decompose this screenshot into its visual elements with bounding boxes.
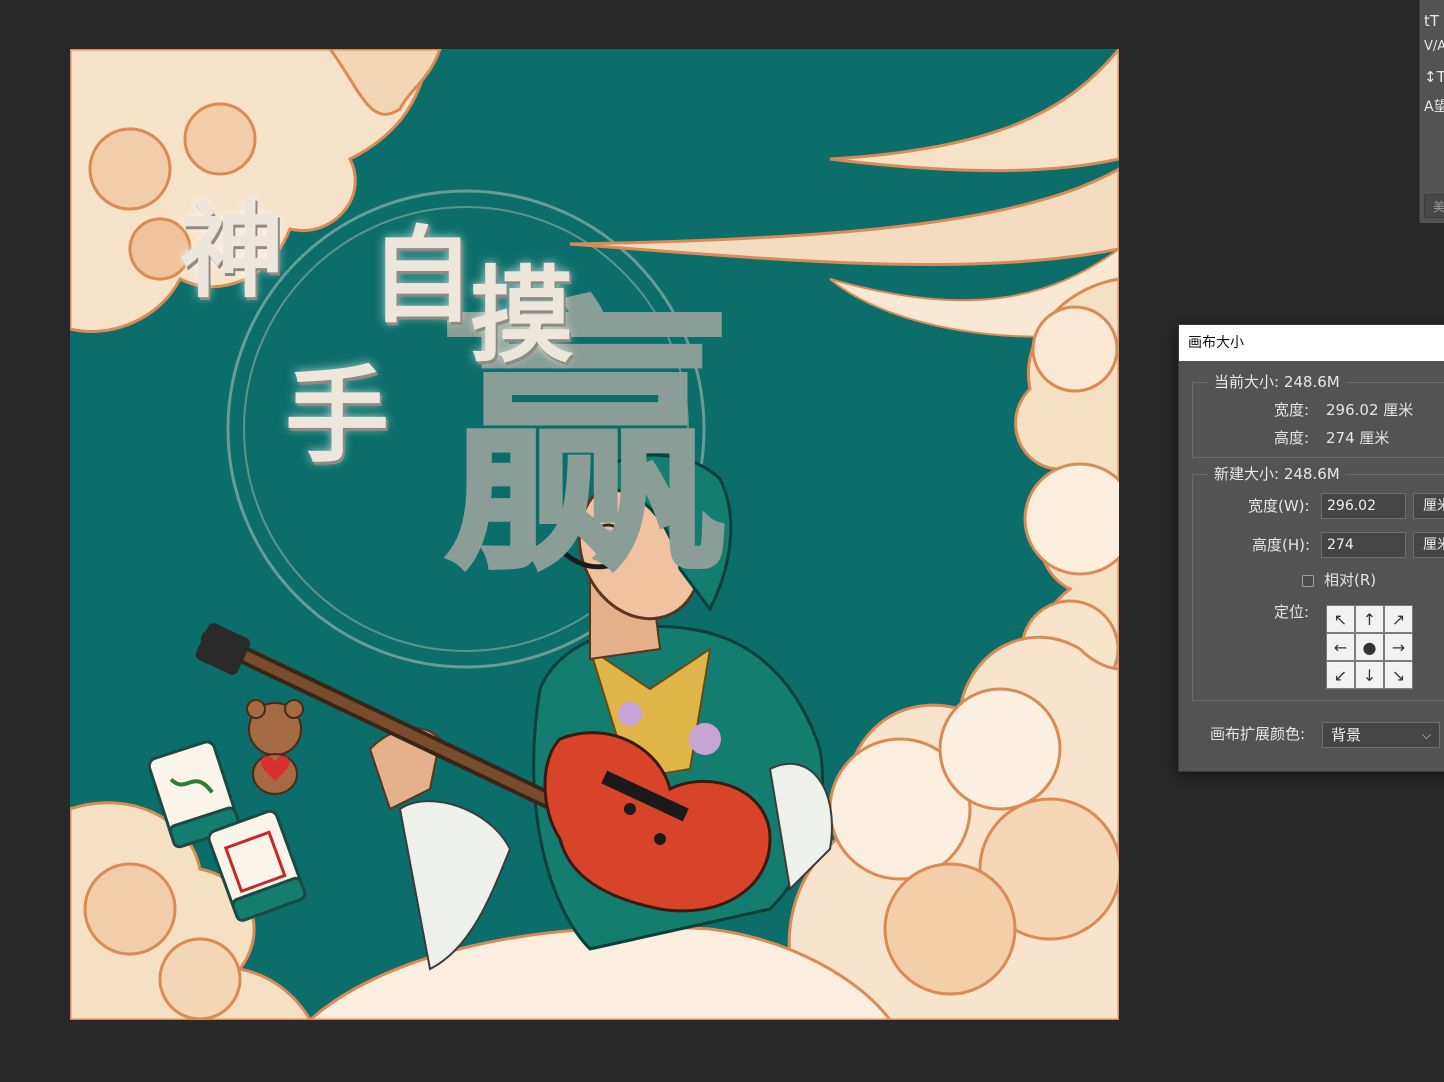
new-size-legend: 新建大小: 248.6M — [1208, 465, 1346, 483]
anchor-label: 定位: — [1274, 603, 1310, 621]
current-width-label: 宽度: — [1274, 401, 1310, 419]
document-canvas[interactable]: 赢 神 手 自 摸 — [70, 49, 1119, 1020]
current-width-value: 296.02 厘米 — [1326, 401, 1414, 419]
new-width-label: 宽度(W): — [1248, 497, 1310, 515]
photoshop-workspace: 赢 神 手 自 摸 tT V/A ↕T A望 美 画布大小 当前大小: 248.… — [0, 0, 1444, 1082]
anchor-grid: ↖ ↑ ↗ ← ● → ↙ ↓ ↘ — [1326, 605, 1413, 690]
width-input[interactable]: 296.02 — [1321, 493, 1406, 519]
title-char-shen: 神 — [180, 189, 285, 312]
new-height-label: 高度(H): — [1252, 536, 1311, 554]
anchor-top-right-arrow-icon[interactable]: ↗ — [1384, 605, 1413, 633]
anchor-left-arrow-icon[interactable]: ← — [1326, 633, 1355, 661]
anchor-bottom-left-arrow-icon[interactable]: ↙ — [1326, 661, 1355, 689]
relative-checkbox[interactable] — [1302, 575, 1314, 587]
current-height-value: 274 厘米 — [1326, 429, 1390, 447]
current-size-group — [1192, 382, 1444, 458]
anchor-bottom-arrow-icon[interactable]: ↓ — [1355, 661, 1384, 689]
dialog-title[interactable]: 画布大小 — [1179, 325, 1444, 361]
height-unit-select[interactable]: 厘米 — [1413, 532, 1444, 558]
vertical-scale-icon[interactable]: ↕T — [1424, 66, 1444, 88]
extension-color-select[interactable]: 背景 ⌵ — [1322, 722, 1440, 748]
kerning-icon[interactable]: V/A — [1424, 36, 1444, 58]
extension-color-label: 画布扩展颜色: — [1210, 725, 1306, 743]
relative-label[interactable]: 相对(R) — [1324, 570, 1376, 590]
anchor-center-dot-icon[interactable]: ● — [1355, 633, 1384, 661]
current-size-legend: 当前大小: 248.6M — [1208, 373, 1346, 391]
height-input[interactable]: 274 — [1321, 532, 1406, 558]
title-char-zi: 自 — [370, 214, 475, 337]
anchor-top-arrow-icon[interactable]: ↑ — [1355, 605, 1384, 633]
bottom-right-clouds — [787, 635, 1119, 1020]
title-char-mo: 摸 — [470, 254, 575, 377]
font-size-icon[interactable]: tT — [1424, 10, 1444, 32]
canvas-size-dialog: 画布大小 当前大小: 248.6M 宽度: 296.02 厘米 高度: 274 … — [1178, 324, 1444, 772]
current-height-label: 高度: — [1274, 429, 1310, 447]
baseline-shift-icon[interactable]: A望 — [1424, 96, 1444, 118]
title-char-shou: 手 — [285, 354, 390, 477]
chevron-down-icon: ⌵ — [1421, 728, 1431, 742]
anchor-top-left-arrow-icon[interactable]: ↖ — [1326, 605, 1355, 633]
width-unit-select[interactable]: 厘米 — [1413, 493, 1444, 519]
extension-color-value: 背景 — [1331, 726, 1362, 744]
character-panel: tT V/A ↕T A望 美 — [1419, 0, 1444, 223]
anchor-bottom-right-arrow-icon[interactable]: ↘ — [1384, 661, 1413, 689]
teddy-bear-charm — [246, 699, 304, 795]
character-style-button[interactable]: 美 — [1424, 194, 1444, 218]
anchor-right-arrow-icon[interactable]: → — [1384, 633, 1413, 661]
